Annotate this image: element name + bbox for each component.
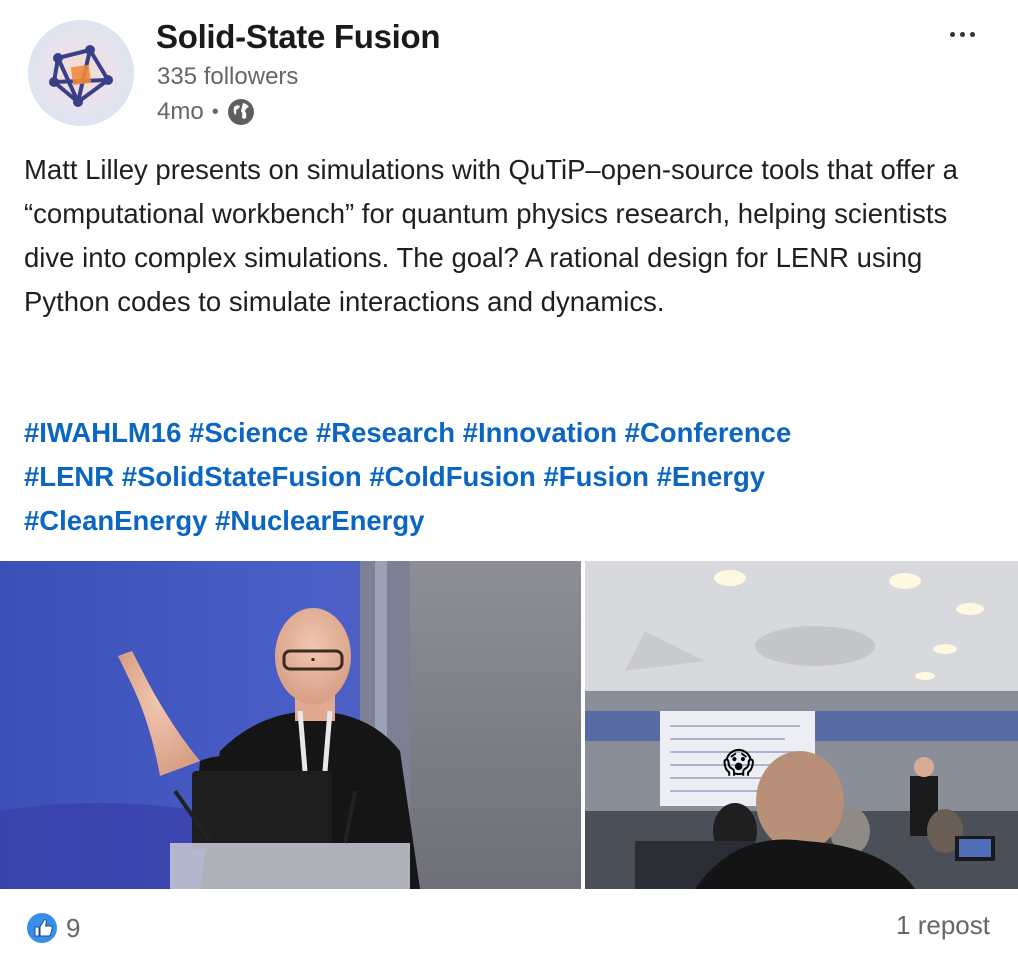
post-meta: 4mo • <box>157 96 255 128</box>
speaker-photo[interactable] <box>0 561 581 889</box>
hashtag-link[interactable]: #NuclearEnergy <box>215 505 424 536</box>
more-options-button[interactable] <box>942 20 982 48</box>
hashtag-link[interactable]: #Energy <box>657 461 766 492</box>
repost-count[interactable]: 1 repost <box>896 910 990 941</box>
more-horizontal-icon <box>949 31 955 37</box>
hashtag-link[interactable]: #Conference <box>625 417 792 448</box>
hashtag-link[interactable]: #IWAHLM16 <box>24 417 181 448</box>
company-name[interactable]: Solid-State Fusion <box>156 18 441 56</box>
meta-separator: • <box>211 100 219 123</box>
reaction-count: 9 <box>66 912 81 943</box>
reaction-summary[interactable]: 9 <box>24 908 80 948</box>
audience-photo[interactable]: 😱 <box>585 561 1018 889</box>
company-avatar[interactable] <box>28 20 134 126</box>
hashtag-link[interactable]: #LENR <box>24 461 114 492</box>
post-time: 4mo <box>157 98 204 125</box>
hashtag-link[interactable]: #Fusion <box>544 461 649 492</box>
company-logo-icon <box>28 20 134 126</box>
like-icon <box>25 911 59 945</box>
hashtag-link[interactable]: #CleanEnergy <box>24 505 207 536</box>
follower-count: 335 followers <box>157 63 299 90</box>
post-images[interactable]: 😱 <box>0 561 1018 889</box>
hashtag-list: #IWAHLM16 #Science #Research #Innovation… <box>24 411 984 543</box>
hashtag-link[interactable]: #ColdFusion <box>369 461 536 492</box>
hashtag-link[interactable]: #Science <box>189 417 308 448</box>
hashtag-link[interactable]: #SolidStateFusion <box>122 461 362 492</box>
post-body-text: Matt Lilley presents on simulations with… <box>24 154 958 317</box>
post-body: Matt Lilley presents on simulations with… <box>24 148 984 324</box>
conference-room-audience-photo: 😱 <box>585 561 1018 889</box>
hashtag-link[interactable]: #Innovation <box>463 417 617 448</box>
globe-icon <box>227 99 254 125</box>
speaker-at-podium-photo <box>0 561 581 889</box>
hashtag-link[interactable]: #Research <box>316 417 455 448</box>
shocked-emoji: 😱 <box>723 746 754 781</box>
